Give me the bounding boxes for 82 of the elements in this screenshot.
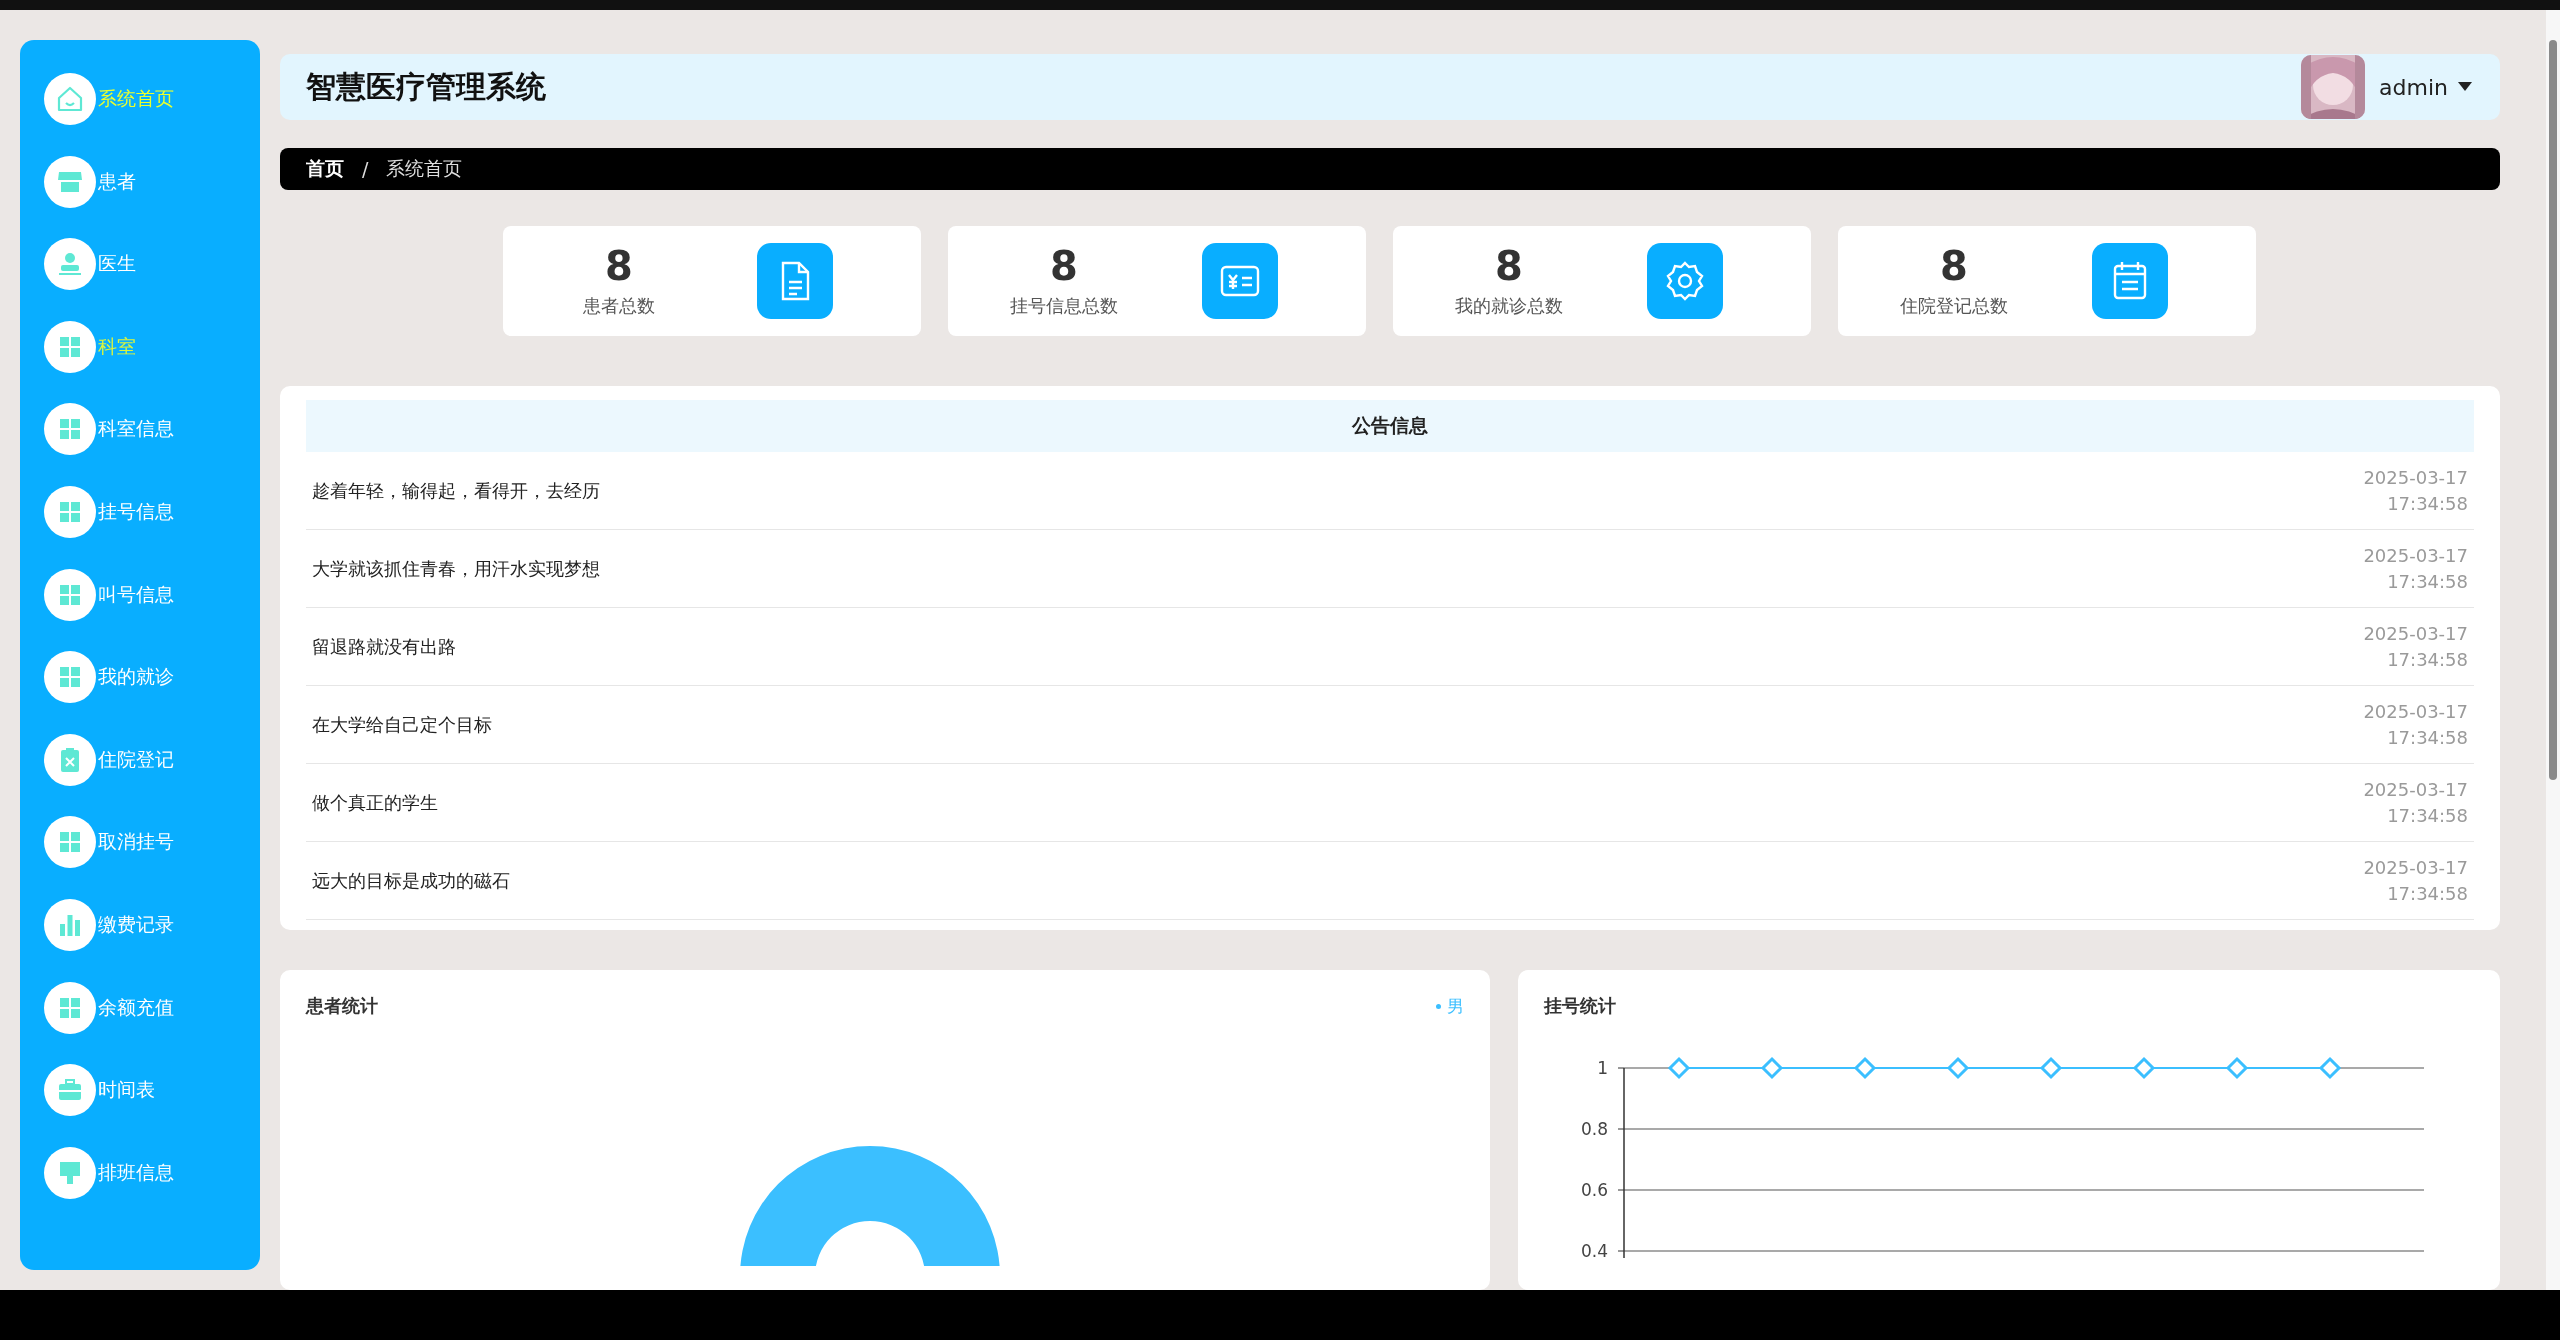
notice-date: 2025-03-17 17:34:58	[2363, 622, 2468, 672]
notice-text: 远大的目标是成功的磁石	[312, 868, 510, 893]
notice-text: 留退路就没有出路	[312, 634, 456, 659]
bars-icon	[44, 898, 96, 951]
notice-row[interactable]: 做个真正的学生 2025-03-17 17:34:58	[306, 764, 2474, 842]
notice-date: 2025-03-17 17:34:58	[2363, 700, 2468, 750]
scrollbar-thumb[interactable]	[2549, 40, 2557, 780]
case-icon	[44, 1064, 96, 1117]
notice-text: 做个真正的学生	[312, 790, 438, 815]
sidebar-item[interactable]: 患者	[20, 155, 260, 208]
y-tick-label: 1	[1597, 1058, 1608, 1078]
stat-value: 8	[1050, 244, 1078, 288]
notice-row[interactable]: 留退路就没有出路 2025-03-17 17:34:58	[306, 608, 2474, 686]
notice-text: 大学就该抓住青春，用汗水实现梦想	[312, 556, 600, 581]
data-point	[1946, 1056, 1970, 1080]
grid-icon	[44, 651, 96, 704]
legend-label[interactable]: 男	[1447, 994, 1464, 1018]
stat-label: 住院登记总数	[1900, 294, 2008, 318]
notice-row[interactable]: 远大的目标是成功的磁石 2025-03-17 17:34:58	[306, 842, 2474, 920]
stat-value: 8	[1495, 244, 1523, 288]
chart-title: 患者统计	[306, 994, 378, 1018]
data-point	[1760, 1056, 1784, 1080]
notice-title: 公告信息	[1352, 413, 1428, 438]
stat-value: 8	[1940, 244, 1968, 288]
data-point	[2039, 1056, 2063, 1080]
grid-icon	[44, 320, 96, 373]
sidebar-item[interactable]: 医生	[20, 238, 260, 291]
grid-icon	[44, 816, 96, 869]
caret-icon	[2458, 82, 2472, 93]
notice-date: 2025-03-17 17:34:58	[2363, 856, 2468, 906]
y-tick-label: 0.4	[1580, 1241, 1608, 1258]
notice-date: 2025-03-17 17:34:58	[2363, 466, 2468, 516]
notice-text: 趁着年轻，输得起，看得开，去经历	[312, 478, 600, 503]
sidebar-item[interactable]: 排班信息	[20, 1146, 260, 1199]
y-tick-label: 0.6	[1580, 1180, 1608, 1200]
stat-label: 患者总数	[583, 294, 655, 318]
monitor-icon	[44, 1146, 96, 1199]
breadcrumb-separator: /	[362, 158, 369, 181]
notice-text: 在大学给自己定个目标	[312, 712, 492, 737]
breadcrumb-link[interactable]: 系统首页	[386, 156, 463, 183]
stat-label: 挂号信息总数	[1010, 294, 1118, 318]
grid-icon	[44, 485, 96, 538]
notice-row[interactable]: 趁着年轻，输得起，看得开，去经历 2025-03-17 17:34:58	[306, 452, 2474, 530]
data-point	[1853, 1056, 1877, 1080]
notice-row[interactable]: 大学就该抓住青春，用汗水实现梦想 2025-03-17 17:34:58	[306, 530, 2474, 608]
grid-icon	[44, 403, 96, 456]
scrollbar[interactable]	[2546, 10, 2560, 1290]
stat-value: 8	[605, 244, 633, 288]
clip-icon	[44, 733, 96, 786]
sidebar-item[interactable]: 叫号信息	[20, 568, 260, 621]
notice-date: 2025-03-17 17:34:58	[2363, 778, 2468, 828]
notice-row[interactable]: 在大学给自己定个目标 2025-03-17 17:34:58	[306, 686, 2474, 764]
sidebar-item[interactable]: 系统首页	[20, 73, 260, 125]
sidebar-item[interactable]: 取消挂号	[20, 816, 260, 869]
data-point	[2132, 1056, 2156, 1080]
notice-date: 2025-03-17 17:34:58	[2363, 544, 2468, 594]
y-tick-label: 0.8	[1580, 1119, 1608, 1139]
money-card-icon	[1202, 243, 1278, 319]
data-point	[1667, 1056, 1691, 1080]
app-title: 智慧医疗管理系统	[306, 67, 546, 106]
user-menu-button[interactable]: admin	[2379, 74, 2472, 100]
sidebar-item[interactable]: 科室	[20, 320, 260, 373]
document-icon	[757, 243, 833, 319]
sidebar-item[interactable]: 缴费记录	[20, 898, 260, 951]
data-point	[2225, 1056, 2249, 1080]
breadcrumb-link[interactable]: 首页	[306, 156, 344, 183]
sidebar-item[interactable]: 我的就诊	[20, 651, 260, 704]
sidebar-item[interactable]: 时间表	[20, 1064, 260, 1117]
home-icon	[44, 73, 96, 125]
gear-icon	[1647, 243, 1723, 319]
sidebar-item[interactable]: 住院登记	[20, 733, 260, 786]
shop-icon	[44, 155, 96, 208]
sidebar-item[interactable]: 余额充值	[20, 981, 260, 1034]
user-icon	[44, 238, 96, 291]
sidebar-item[interactable]: 科室信息	[20, 403, 260, 456]
data-point	[2318, 1056, 2342, 1080]
grid-icon	[44, 981, 96, 1034]
sidebar-item[interactable]: 挂号信息	[20, 485, 260, 538]
stat-label: 我的就诊总数	[1455, 294, 1563, 318]
chart-title: 挂号统计	[1544, 994, 1616, 1018]
calendar-icon	[2092, 243, 2168, 319]
grid-icon	[44, 568, 96, 621]
